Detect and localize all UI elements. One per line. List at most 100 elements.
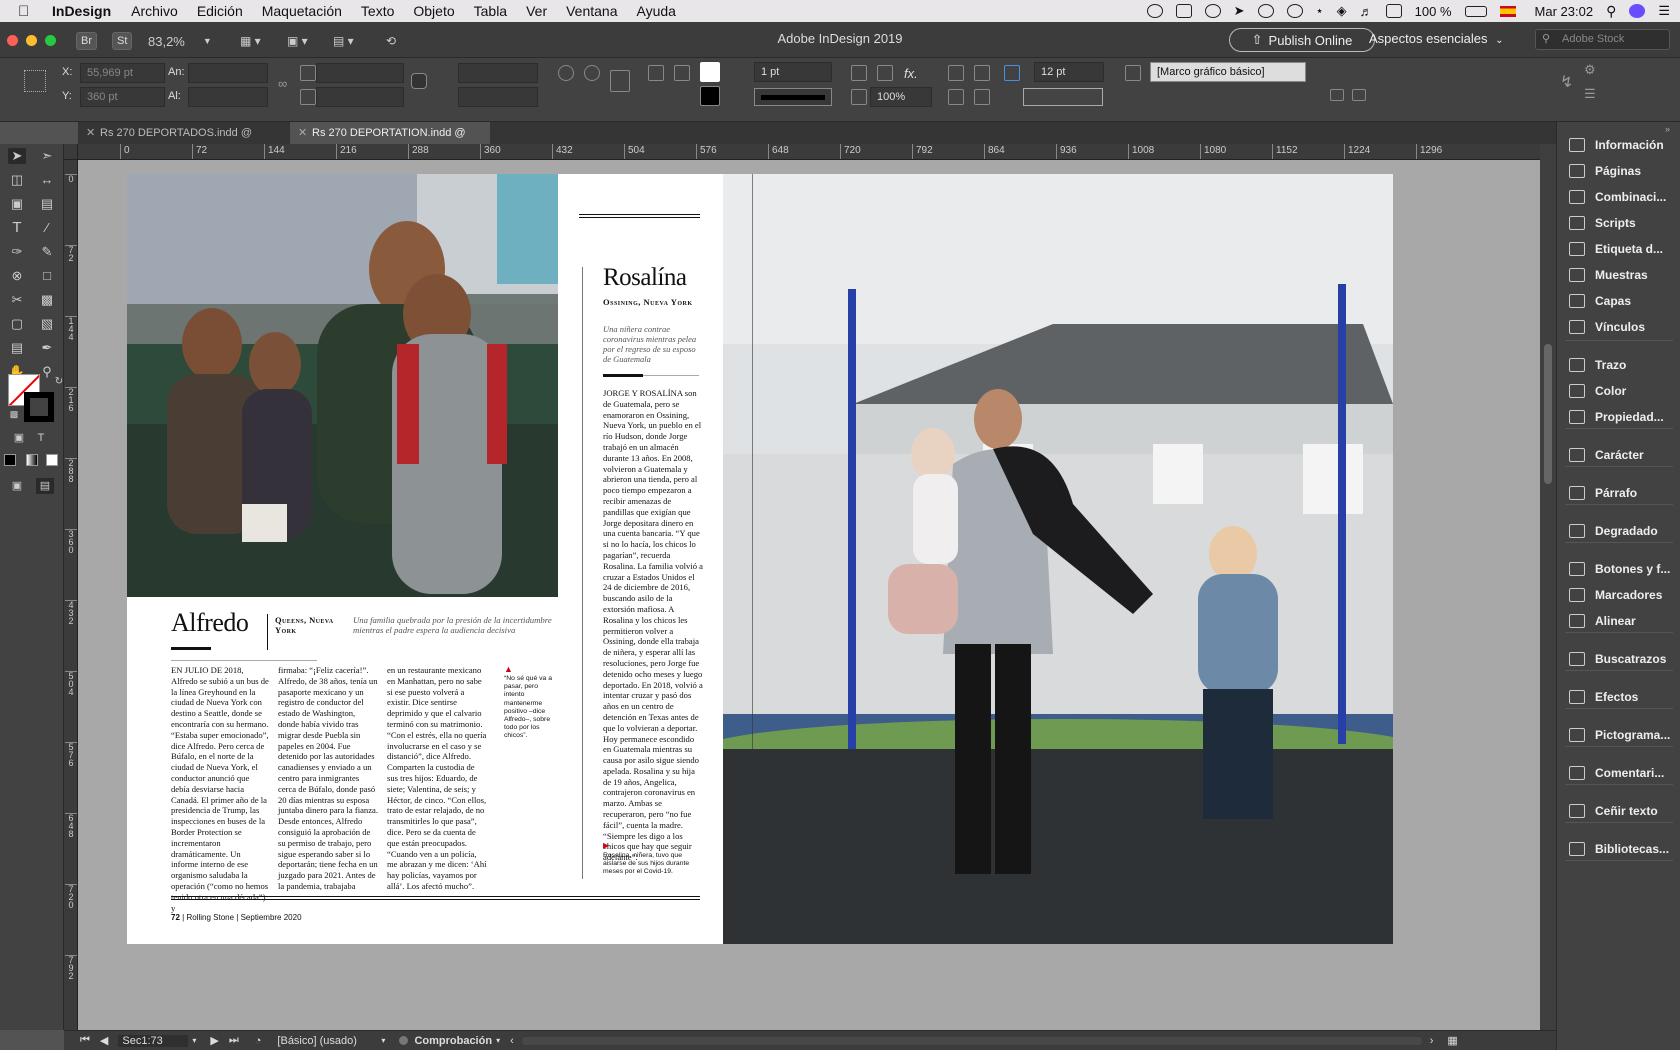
- open-page-icon[interactable]: ◔: [255, 1035, 262, 1047]
- width-field[interactable]: [188, 63, 268, 83]
- pen-tool-icon[interactable]: ✑: [8, 244, 26, 260]
- flag-es-icon[interactable]: [1499, 5, 1516, 17]
- apple-menu-icon[interactable]: : [18, 3, 36, 20]
- publish-online-button[interactable]: ⇧ Publish Online: [1229, 28, 1375, 52]
- gpu-performance-icon[interactable]: ⟲: [386, 31, 396, 51]
- close-window-icon[interactable]: [7, 35, 18, 46]
- stroke-swatch-black[interactable]: [24, 392, 54, 422]
- battery-icon[interactable]: [1464, 5, 1487, 17]
- zoom-level-dropdown[interactable]: 83,2% ▼: [148, 31, 218, 51]
- preflight-dropdown-icon[interactable]: ▾: [496, 1036, 500, 1045]
- panel-item-character[interactable]: Carácter: [1557, 442, 1680, 468]
- location-icon[interactable]: ➤: [1234, 3, 1245, 19]
- tab-deportation[interactable]: ✕ Rs 270 DEPORTATION.indd @ 83%: [290, 122, 490, 161]
- right-page[interactable]: [723, 174, 1393, 944]
- selection-container-icon[interactable]: [610, 70, 630, 92]
- clock[interactable]: Mar 23:02: [1535, 4, 1594, 19]
- select-next-icon[interactable]: [674, 65, 690, 81]
- formatting-container-icon[interactable]: ▣: [10, 430, 28, 446]
- clear-overrides-icon[interactable]: [1330, 89, 1344, 101]
- lightning-icon[interactable]: ↯: [1560, 72, 1573, 92]
- panel-item-paragraph[interactable]: Párrafo: [1557, 480, 1680, 506]
- previous-page-icon[interactable]: ◀: [100, 1034, 108, 1047]
- panel-item-info[interactable]: Información: [1557, 132, 1680, 158]
- panel-item-text-wrap[interactable]: Ceñir texto: [1557, 798, 1680, 824]
- first-page-icon[interactable]: ⏮: [80, 1034, 90, 1047]
- fit-frame-icon[interactable]: [851, 65, 867, 81]
- bridge-button[interactable]: Br: [76, 32, 97, 50]
- upwork-icon[interactable]: [1146, 4, 1163, 18]
- resize-icon[interactable]: ▦: [1447, 1034, 1457, 1047]
- cloud-upload-icon[interactable]: [1257, 4, 1274, 18]
- x-position-field[interactable]: 55,969 pt: [80, 63, 165, 83]
- apply-color-icon[interactable]: [4, 454, 16, 466]
- object-style-dropdown[interactable]: [Marco gráfico básico]: [1150, 62, 1306, 82]
- panel-item-align[interactable]: Alinear: [1557, 608, 1680, 634]
- alfredo-caption[interactable]: “No sé qué va a pasar, pero intento mant…: [504, 675, 560, 741]
- alfredo-photo[interactable]: [127, 174, 558, 597]
- page-tool-icon[interactable]: ◫: [8, 172, 26, 188]
- panel-item-links[interactable]: Vínculos: [1557, 314, 1680, 340]
- panel-item-pathfinder[interactable]: Buscatrazos: [1557, 646, 1680, 672]
- constrain-proportions-icon[interactable]: ∞: [278, 76, 294, 92]
- scroll-right-icon[interactable]: ›: [1430, 1035, 1434, 1047]
- preview-mode-icon[interactable]: ▤: [36, 478, 54, 494]
- panel-item-script-label[interactable]: Etiqueta d...: [1557, 236, 1680, 262]
- creative-cloud-icon[interactable]: [1204, 4, 1221, 18]
- panel-item-comments[interactable]: Comentari...: [1557, 760, 1680, 786]
- panel-item-gradient[interactable]: Degradado: [1557, 518, 1680, 544]
- panel-item-glyphs[interactable]: Pictograma...: [1557, 722, 1680, 748]
- time-machine-icon[interactable]: [1286, 4, 1303, 18]
- panel-item-effects[interactable]: Efectos: [1557, 684, 1680, 710]
- rosalina-place[interactable]: Ossining, Nueva York: [603, 297, 693, 307]
- text-wrap-icon[interactable]: [948, 89, 964, 105]
- panel-item-buttons-forms[interactable]: Botones y f...: [1557, 556, 1680, 582]
- menu-archivo[interactable]: Archivo: [131, 3, 178, 19]
- page-dropdown-icon[interactable]: ▾: [192, 1036, 196, 1045]
- shear-angle-field[interactable]: [458, 87, 538, 107]
- panel-item-color[interactable]: Color: [1557, 378, 1680, 404]
- apply-gradient-icon[interactable]: [26, 454, 38, 466]
- panel-item-data-merge[interactable]: Combinaci...: [1557, 184, 1680, 210]
- align-left-icon[interactable]: [948, 65, 964, 81]
- reference-point-icon[interactable]: [24, 70, 46, 92]
- scroll-left-icon[interactable]: ‹: [510, 1035, 514, 1047]
- select-content-icon[interactable]: [648, 65, 664, 81]
- menu-app-indesign[interactable]: InDesign: [52, 3, 111, 19]
- content-collector-icon[interactable]: ▣: [8, 196, 26, 212]
- gap-field[interactable]: 12 pt: [1034, 62, 1104, 82]
- default-fill-stroke-icon[interactable]: ▩: [5, 406, 23, 422]
- page-number-field[interactable]: Sec1:73: [118, 1034, 189, 1047]
- scale-x-field[interactable]: [316, 63, 404, 83]
- close-tab-icon[interactable]: ✕: [298, 122, 307, 144]
- alfredo-column-1[interactable]: EN JULIO DE 2018, Alfredo se subió a un …: [171, 665, 269, 913]
- selection-tool-icon[interactable]: ➤: [8, 148, 26, 164]
- last-page-icon[interactable]: ⏭: [229, 1034, 239, 1047]
- panel-item-pages[interactable]: Páginas: [1557, 158, 1680, 184]
- pencil-tool-icon[interactable]: ✎: [38, 244, 56, 260]
- line-tool-icon[interactable]: ∕: [38, 220, 56, 236]
- effects-fx-icon[interactable]: fx.: [904, 66, 918, 81]
- document-canvas[interactable]: Alfredo Queens, Nueva York Una familia q…: [78, 160, 1540, 1030]
- alfredo-column-3[interactable]: en un restaurante mexicano en Manhattan,…: [387, 665, 487, 892]
- stroke-type-dropdown[interactable]: [754, 88, 832, 106]
- rotate-ccw-icon[interactable]: [584, 65, 600, 81]
- arrange-documents-icon[interactable]: ▤ ▾: [333, 31, 354, 51]
- rosalina-deck[interactable]: Una niñera contrae coronavirus mientras …: [603, 324, 699, 364]
- auto-fit-icon[interactable]: [1004, 65, 1020, 81]
- panel-item-layers[interactable]: Capas: [1557, 288, 1680, 314]
- panel-item-libraries[interactable]: Bibliotecas...: [1557, 836, 1680, 862]
- eyedropper-tool-icon[interactable]: ✒: [38, 340, 56, 356]
- rotation-angle-field[interactable]: [458, 63, 538, 83]
- height-field[interactable]: [188, 87, 268, 107]
- notification-center-icon[interactable]: ☰: [1658, 3, 1670, 19]
- siri-icon[interactable]: [1629, 4, 1646, 18]
- rosalina-name[interactable]: Rosalína: [603, 264, 687, 292]
- y-position-field[interactable]: 360 pt: [80, 87, 165, 107]
- menu-edicion[interactable]: Edición: [197, 3, 243, 19]
- scale-y-field[interactable]: [316, 87, 404, 107]
- menu-tabla[interactable]: Tabla: [474, 3, 507, 19]
- panel-item-swatches[interactable]: Muestras: [1557, 262, 1680, 288]
- frame-view-icon[interactable]: ▦ ▾: [240, 31, 261, 51]
- free-transform-tool-icon[interactable]: ▩: [38, 292, 56, 308]
